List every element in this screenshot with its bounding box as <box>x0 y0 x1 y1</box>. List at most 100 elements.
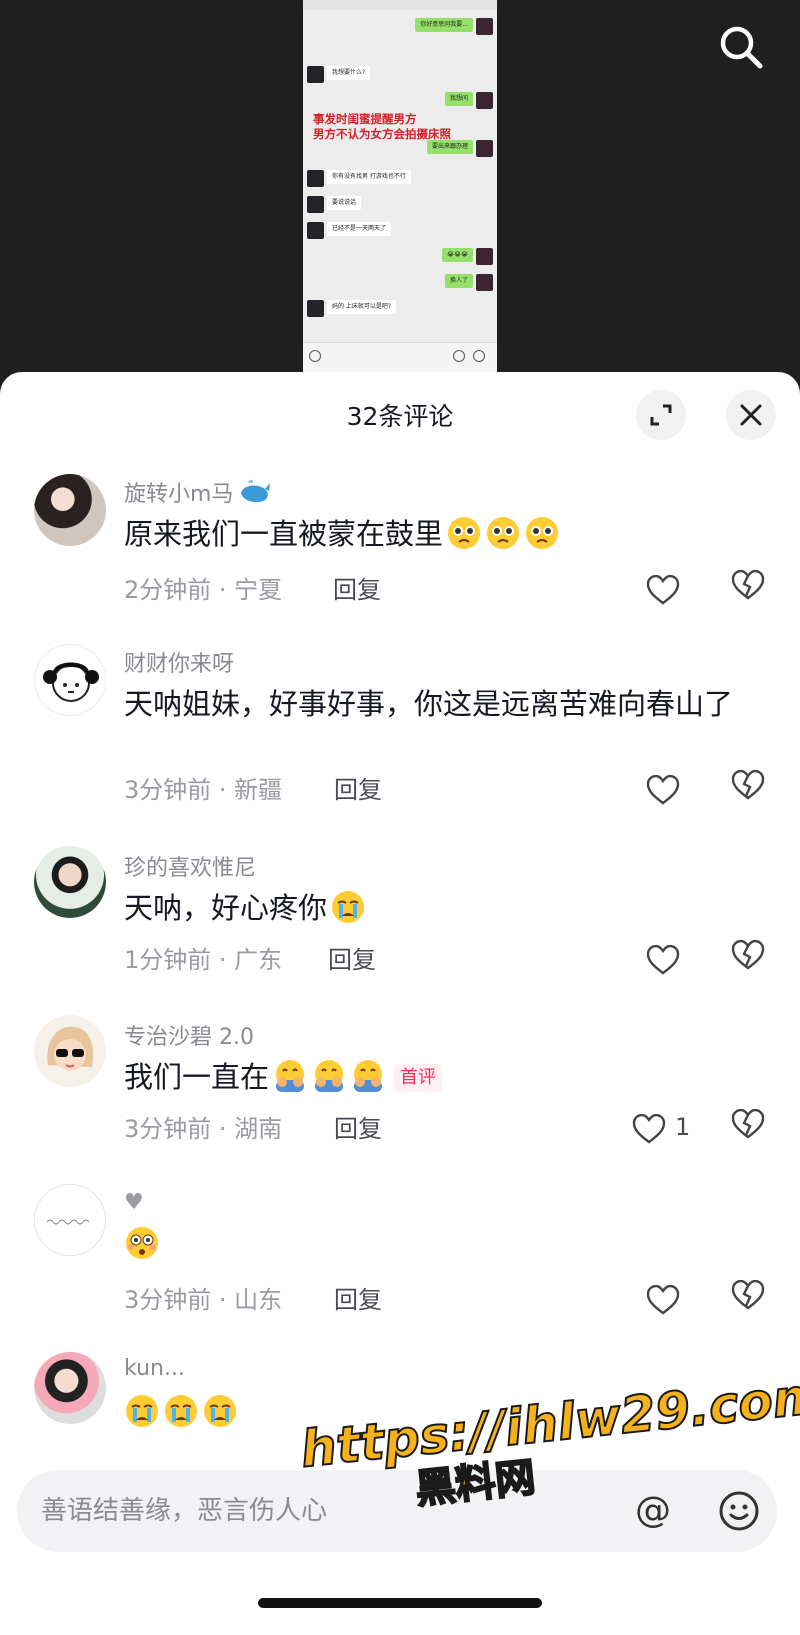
reply-button[interactable]: 回复 <box>334 1109 382 1144</box>
comment-text <box>124 1224 744 1264</box>
cartoon-avatar-icon <box>43 662 99 702</box>
chat-avatar <box>307 222 324 239</box>
comment-username[interactable]: 财财你来呀 <box>124 646 234 678</box>
emoji-icon <box>453 350 465 362</box>
avatar[interactable] <box>34 1184 106 1256</box>
comment-username[interactable]: 珍的喜欢惟尼 <box>124 850 256 882</box>
comment-username[interactable]: 专治沙碧 2.0 <box>124 1019 254 1051</box>
handwriting-avatar-icon <box>46 1219 90 1225</box>
close-button[interactable] <box>726 390 776 440</box>
hugging-emoji-icon <box>276 1060 305 1092</box>
pleading-emoji-icon <box>487 517 520 549</box>
comment-time: 2分钟前 <box>124 576 212 604</box>
chat-bubble: 我想要什么? <box>327 66 371 80</box>
comment-text-content: 天呐，好心疼你 <box>124 891 328 925</box>
like-count: 1 <box>675 1113 691 1141</box>
heart-icon <box>632 1114 666 1144</box>
chat-bubble: 换人了 <box>444 274 473 288</box>
search-icon[interactable] <box>716 22 766 72</box>
crying-emoji-icon <box>204 1395 236 1427</box>
like-button[interactable] <box>646 770 686 810</box>
heart-icon <box>646 1285 680 1315</box>
comment-meta: 3分钟前 · 新疆 <box>124 776 283 804</box>
reply-button[interactable]: 回复 <box>333 570 381 605</box>
comment-input[interactable] <box>41 1470 601 1552</box>
dislike-button[interactable] <box>731 569 771 610</box>
avatar[interactable] <box>34 644 106 716</box>
comment-text <box>124 1392 744 1432</box>
chat-avatar <box>476 140 493 157</box>
close-icon <box>740 404 762 426</box>
video-caption: 事发时闺蜜提醒男方 男方不认为女方会拍摄床照 <box>313 112 493 142</box>
expand-button[interactable] <box>636 390 686 440</box>
comment-location: 湖南 <box>234 1115 283 1143</box>
heart-icon <box>646 945 680 975</box>
like-button[interactable] <box>646 1280 686 1320</box>
chat-avatar <box>307 196 324 213</box>
voice-icon <box>309 350 321 362</box>
like-button[interactable] <box>646 940 686 980</box>
chat-avatar <box>307 66 324 83</box>
reply-button[interactable]: 回复 <box>334 770 382 805</box>
home-indicator[interactable] <box>258 1598 542 1608</box>
video-player[interactable]: 你好意思问我要... 我想要什么? 我想问 要出来跟办理 你有没有找男 打游戏也不行 要说… <box>0 0 800 372</box>
heart-icon <box>646 775 680 805</box>
comment-meta: 3分钟前 · 山东 <box>124 1286 283 1314</box>
avatar[interactable] <box>34 846 106 918</box>
dislike-button[interactable] <box>731 1279 771 1320</box>
avatar[interactable] <box>34 1352 106 1424</box>
hugging-emoji-icon <box>354 1060 383 1092</box>
broken-heart-icon <box>731 1279 765 1310</box>
comment-time: 3分钟前 <box>124 776 212 804</box>
hugging-emoji-icon <box>315 1060 344 1092</box>
crying-emoji-icon <box>126 1395 158 1427</box>
chat-bubble: 你好意思问我要... <box>415 18 473 32</box>
comment-username[interactable]: ♥ <box>124 1190 144 1215</box>
chat-avatar <box>476 248 493 265</box>
comment-username[interactable]: kun... <box>124 1356 185 1381</box>
reply-button[interactable]: 回复 <box>328 940 376 975</box>
sheet-header: 32条评论 <box>0 372 800 452</box>
comment-username[interactable]: 旋转小m马 <box>124 476 233 508</box>
like-button[interactable] <box>632 1109 672 1149</box>
chat-bubble: 😭😭😭 <box>441 248 473 262</box>
chat-message: 妈的 上床就可以是吧? <box>307 300 397 317</box>
dislike-button[interactable] <box>731 939 771 980</box>
caption-line-1: 事发时闺蜜提醒男方 <box>313 112 417 126</box>
comment-text: 天呐姐妹，好事好事，你这是远离苦难向春山了 <box>124 687 734 721</box>
avatar[interactable] <box>34 474 106 546</box>
avatar[interactable] <box>34 1015 106 1087</box>
pleading-emoji-icon <box>448 517 481 549</box>
comment-text: 原来我们一直被蒙在鼓里 <box>124 514 744 554</box>
comment-input-box[interactable]: @ <box>17 1470 777 1552</box>
chat-bubble: 要说说话 <box>327 196 362 210</box>
chat-message: 你好意思问我要... <box>415 18 493 35</box>
broken-heart-icon <box>731 769 765 800</box>
whale-icon <box>241 479 271 503</box>
chat-screenshot: 你好意思问我要... 我想要什么? 我想问 要出来跟办理 你有没有找男 打游戏也不行 要说… <box>303 0 497 372</box>
mention-button[interactable]: @ <box>635 1490 671 1532</box>
screen: 你好意思问我要... 我想要什么? 我想问 要出来跟办理 你有没有找男 打游戏也不行 要说… <box>0 0 800 1635</box>
comment-time: 1分钟前 <box>124 946 212 974</box>
comment-item: kun... <box>0 1352 800 1452</box>
chat-message: 已经不是一天两天了 <box>307 222 392 239</box>
chat-avatar <box>476 18 493 35</box>
comment-location: 广东 <box>234 946 283 974</box>
comment-username-row: 旋转小m马 <box>124 476 271 508</box>
flushed-emoji-icon <box>126 1227 158 1259</box>
comment-location: 山东 <box>234 1286 283 1314</box>
dislike-button[interactable] <box>731 1108 771 1149</box>
chat-bubble: 你有没有找男 打游戏也不行 <box>327 170 411 184</box>
emoji-picker-icon[interactable] <box>717 1489 761 1533</box>
like-button[interactable] <box>646 570 686 610</box>
sunglasses-avatar-icon <box>47 1026 94 1071</box>
comment-text-content: 原来我们一直被蒙在鼓里 <box>124 517 444 551</box>
chat-bubble: 妈的 上床就可以是吧? <box>327 300 397 314</box>
first-comment-badge: 首评 <box>394 1064 443 1092</box>
reply-button[interactable]: 回复 <box>334 1280 382 1315</box>
chat-bubble: 我想问 <box>444 92 473 106</box>
dislike-button[interactable] <box>731 769 771 810</box>
chat-bubble: 已经不是一天两天了 <box>327 222 392 236</box>
comment-meta: 2分钟前 · 宁夏 <box>124 576 283 604</box>
chat-message: 你有没有找男 打游戏也不行 <box>307 170 411 187</box>
